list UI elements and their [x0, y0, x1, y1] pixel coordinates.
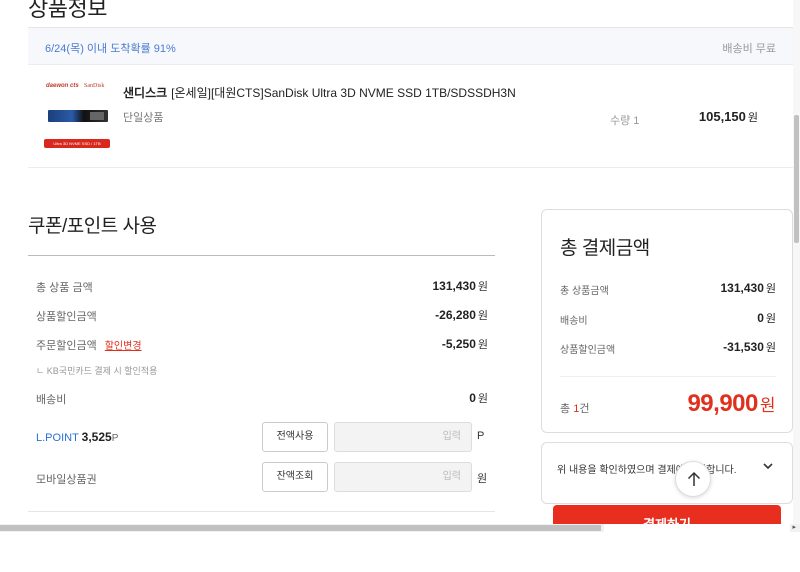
product-title: [온세일][대원CTS]SanDisk Ultra 3D NVME SSD 1T…: [171, 86, 516, 100]
page-bottom: [0, 532, 800, 572]
product-row: daewon cts SanDisk Ultra 3D NVME SSD / 1…: [28, 66, 794, 168]
total-row-product: 총 상품금액 131,430 원: [560, 281, 776, 297]
total-row-discount: 상품할인금액 -31,530 원: [560, 340, 776, 356]
thumb-tag: Ultra 3D NVME SSD / 1TB: [44, 139, 110, 148]
thumb-logo-sandisk: SanDisk: [84, 83, 105, 89]
horizontal-scrollbar-thumb[interactable]: [0, 525, 601, 531]
delivery-eta: 6/24(목) 이내 도착확률 91%: [45, 43, 176, 55]
lpoint-input-unit: P: [477, 430, 485, 442]
divider: [28, 511, 495, 512]
section-title: 상품정보: [28, 0, 107, 21]
total-product-amount-row: 총 상품 금액 131,430 원: [36, 279, 488, 294]
total-row-shipping: 배송비 0원: [560, 311, 776, 327]
coupon-title: 쿠폰/포인트 사용: [28, 216, 157, 237]
product-thumbnail[interactable]: daewon cts SanDisk Ultra 3D NVME SSD / 1…: [44, 80, 116, 152]
check-balance-button[interactable]: 잔액조회: [262, 462, 328, 492]
agreement-box[interactable]: 위 내용을 확인하였으며 결제에 동의합니다.: [541, 442, 793, 504]
change-discount-link[interactable]: 할인변경: [105, 341, 142, 352]
use-all-points-button[interactable]: 전액사용: [262, 422, 328, 452]
thumb-logo-daewon: daewon cts: [46, 83, 79, 89]
scroll-right-icon[interactable]: ▸: [792, 524, 796, 532]
vertical-scrollbar[interactable]: [793, 0, 800, 524]
product-quantity: 수량 1: [610, 115, 640, 127]
lpoint-label: L.POINT 3,525P: [36, 430, 119, 444]
mobile-input-unit: 원: [477, 473, 488, 485]
product-name[interactable]: 샌디스크 [온세일][대원CTS]SanDisk Ultra 3D NVME SS…: [123, 84, 516, 101]
delivery-bar: 6/24(목) 이내 도착확률 91% 배송비 무료: [28, 27, 794, 65]
lpoint-input[interactable]: 입력: [334, 422, 472, 452]
divider: [28, 255, 495, 256]
horizontal-scrollbar[interactable]: ▸: [0, 524, 800, 532]
product-brand: 샌디스크: [123, 86, 168, 100]
product-option: 단일상품: [123, 112, 164, 124]
divider: [560, 376, 776, 377]
scrollbar-track: [604, 524, 790, 532]
mobile-voucher-label: 모바일상품권: [36, 474, 97, 486]
product-price: 105,150 원: [698, 109, 758, 124]
kb-card-note: ㄴ KB국민카드 결제 시 할인적용: [36, 366, 158, 376]
total-amount: 99,900 원: [687, 390, 775, 417]
order-discount-row: 주문할인금액 할인변경 -5,250 원: [36, 337, 488, 352]
product-discount-row: 상품할인금액 -26,280 원: [36, 308, 488, 323]
total-payment-box: 총 결제금액 총 상품금액 131,430 원 배송비 0원 상품할인금액 -31…: [541, 209, 793, 433]
chevron-down-icon[interactable]: [762, 460, 774, 472]
mobile-voucher-input[interactable]: 입력: [334, 462, 472, 492]
shipping-row: 배송비 0원: [36, 391, 488, 406]
arrow-up-icon: [687, 471, 701, 486]
scroll-to-top-button[interactable]: [675, 461, 711, 497]
shipping-fee: 배송비 무료: [722, 43, 776, 55]
ssd-chip-image: [90, 112, 104, 120]
total-title: 총 결제금액: [560, 238, 650, 259]
vertical-scrollbar-thumb[interactable]: [794, 115, 799, 243]
total-count: 총 1건: [560, 403, 590, 415]
